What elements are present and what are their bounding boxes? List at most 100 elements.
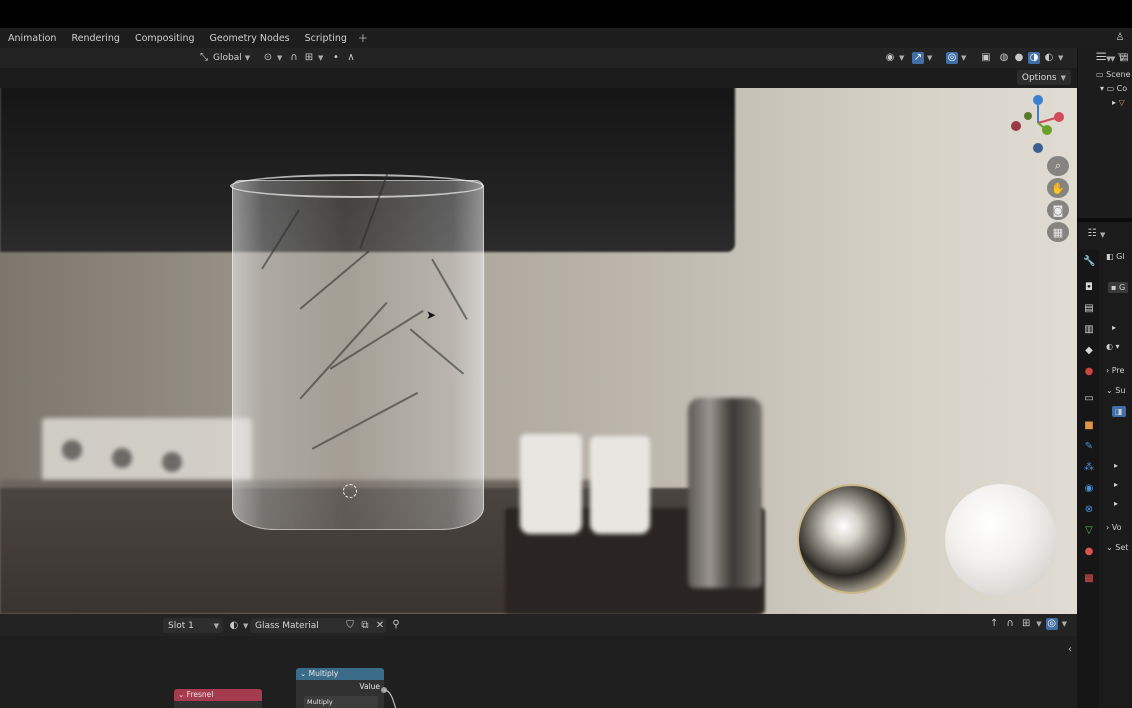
3d-viewport[interactable]: ➤ Options ▼ ⌕ ✋ ◙ ▦ <box>0 68 1077 614</box>
close-icon[interactable]: ✕ <box>374 620 386 632</box>
fresnel-node-header[interactable]: ⌄ Fresnel <box>174 689 262 701</box>
navigation-gizmo[interactable] <box>1004 92 1072 154</box>
texture-icon[interactable]: ▩ <box>1083 573 1095 585</box>
modifier-wrench-icon[interactable]: ✎ <box>1083 441 1095 453</box>
constraints-icon[interactable]: ⊗ <box>1083 504 1095 516</box>
properties-tabs <box>1077 250 1099 708</box>
display-mode-icon[interactable]: ▤ <box>1118 52 1130 64</box>
overlay-icon[interactable]: ◎ <box>1045 618 1058 630</box>
outliner-row-scene[interactable]: ▭ Scene <box>1096 70 1131 79</box>
user-icon[interactable]: ♙ <box>1114 32 1126 44</box>
snap-icon[interactable]: ∩ <box>1004 618 1016 630</box>
camera-view-icon[interactable]: ◙ <box>1047 200 1069 220</box>
view-layer-icon[interactable]: ▥ <box>1083 324 1095 336</box>
surface-shader-button[interactable]: ◨ <box>1112 406 1126 417</box>
socket-hole <box>112 448 132 468</box>
gizmo-neg-x-axis[interactable] <box>1011 121 1021 131</box>
parent-node-icon[interactable]: ↑ <box>988 618 1000 630</box>
mouse-pointer-icon: ➤ <box>426 308 437 322</box>
perspective-grid-icon[interactable]: ▦ <box>1047 222 1069 242</box>
preview-section[interactable]: › Pre <box>1106 366 1124 375</box>
node-editor[interactable]: ⌄ Fresnel ⌄ Multiply Value Multiply ‹ <box>0 636 1077 708</box>
output-icon[interactable]: ▤ <box>1083 303 1095 315</box>
data-icon[interactable]: ▽ <box>1083 525 1095 537</box>
gizmo-x-axis[interactable] <box>1054 112 1064 122</box>
socket-hole <box>62 440 82 460</box>
multiply-output-socket-row[interactable]: Value <box>296 680 384 693</box>
gizmo-toggle[interactable]: ↗ ▼ <box>912 50 932 66</box>
add-workspace-button[interactable]: + <box>354 31 372 45</box>
gizmo-neg-z-axis[interactable] <box>1033 143 1043 153</box>
diffuse-reference-ball <box>945 484 1057 596</box>
tab-animation[interactable]: Animation <box>0 33 63 44</box>
visibility-dropdown[interactable]: ◉ ▼ <box>884 50 905 66</box>
tool-icon[interactable]: 🔧 <box>1083 256 1095 268</box>
solid-shading-icon[interactable]: ● <box>1013 52 1025 64</box>
snap-toggle[interactable]: ∩ ⊞ ▼ <box>288 50 323 66</box>
shading-modes[interactable]: ◍ ● ◑ ◐ ▼ <box>998 50 1063 66</box>
material-name-short: G <box>1118 283 1126 292</box>
material-header-row[interactable]: ◧ Gl <box>1106 252 1125 261</box>
orientation-icon: ⤡ <box>200 52 208 63</box>
editor-type-icon[interactable]: ☷ <box>1094 52 1106 64</box>
rendered-shading-icon[interactable]: ◐ <box>1043 52 1055 64</box>
scene-icon[interactable]: ◆ <box>1083 345 1095 357</box>
expand-arrow-icon[interactable]: ▸ <box>1112 323 1116 332</box>
expand-arrow-icon[interactable]: ▸ <box>1114 461 1118 470</box>
expand-arrow-icon[interactable]: ▸ <box>1114 480 1118 489</box>
material-icon[interactable]: ● <box>1083 546 1095 558</box>
gizmo-z-axis[interactable] <box>1033 95 1043 105</box>
render-icon[interactable]: ◘ <box>1083 282 1095 294</box>
tab-rendering[interactable]: Rendering <box>63 33 127 44</box>
expand-arrow-icon[interactable]: ▸ <box>1114 499 1118 508</box>
object-icon[interactable]: ■ <box>1083 420 1095 432</box>
viewport-header: ⤡ Global ▼ ⊙ ▼ ∩ ⊞ ▼ • ∧ ◉ ▼ ↗ ▼ ◎ ▼ ▣ ◍… <box>0 48 1077 68</box>
material-browse-right[interactable]: ◐ ▾ <box>1106 342 1120 351</box>
outliner-row-object[interactable]: ▸ ▽ <box>1112 98 1125 107</box>
settings-section[interactable]: ⌄ Set <box>1106 543 1128 552</box>
snap-target-icon: ⊞ <box>304 52 314 63</box>
fake-user-shield-icon[interactable]: ⛉ <box>344 620 356 632</box>
material-shading-icon[interactable]: ◑ <box>1028 52 1040 64</box>
proportional-edit-toggle[interactable]: • ∧ <box>330 50 357 66</box>
volume-section[interactable]: › Vo <box>1106 523 1122 532</box>
chevron-down-icon: ▼ <box>1061 620 1067 628</box>
snap-target-icon[interactable]: ⊞ <box>1020 618 1032 630</box>
surface-section[interactable]: ⌄ Su <box>1106 386 1125 395</box>
duplicate-icon[interactable]: ⧉ <box>359 620 371 632</box>
pivot-dropdown[interactable]: ⊙ ▼ <box>262 50 283 66</box>
outliner-row-collection[interactable]: ▾ ▭ Co <box>1100 84 1127 93</box>
multiply-node[interactable]: ⌄ Multiply Value Multiply <box>296 668 384 708</box>
gizmo-y-axis[interactable] <box>1042 125 1052 135</box>
physics-icon[interactable]: ◉ <box>1083 483 1095 495</box>
chevron-left-icon[interactable]: ‹ <box>1068 644 1072 655</box>
3d-cursor[interactable] <box>343 484 357 498</box>
material-name-field-right[interactable]: ▪ G <box>1108 282 1129 293</box>
tab-compositing[interactable]: Compositing <box>127 33 202 44</box>
particles-icon[interactable]: ⁂ <box>1083 462 1095 474</box>
object-name-label: Gl <box>1116 252 1125 261</box>
wireframe-shading-icon[interactable]: ◍ <box>998 52 1010 64</box>
multiply-node-header[interactable]: ⌄ Multiply <box>296 668 384 680</box>
glass-object[interactable] <box>232 180 484 530</box>
xray-toggle[interactable]: ▣ <box>980 50 992 66</box>
pan-hand-icon[interactable]: ✋ <box>1047 178 1069 198</box>
zoom-icon[interactable]: ⌕ <box>1047 156 1069 176</box>
gizmo-neg-y-axis[interactable] <box>1024 112 1032 120</box>
tab-scripting[interactable]: Scripting <box>297 33 354 44</box>
slot-label: Slot 1 <box>168 620 194 631</box>
world-icon[interactable]: ● <box>1083 366 1095 378</box>
fresnel-node[interactable]: ⌄ Fresnel <box>174 689 262 708</box>
transform-orientation-dropdown[interactable]: ⤡ Global ▼ <box>198 50 250 66</box>
properties-editor-icon[interactable]: ☷ <box>1086 228 1098 240</box>
material-name-field[interactable]: Glass Material ⛉ ⧉ ✕ <box>250 618 386 633</box>
background-mug <box>590 436 650 534</box>
slot-dropdown[interactable]: Slot 1 ▼ <box>163 618 223 633</box>
multiply-operation-dropdown[interactable]: Multiply <box>304 696 378 708</box>
collection-icon[interactable]: ▭ <box>1083 393 1095 405</box>
overlay-toggle[interactable]: ◎ ▼ <box>946 50 966 66</box>
tab-geometry-nodes[interactable]: Geometry Nodes <box>202 33 297 44</box>
options-dropdown[interactable]: Options ▼ <box>1016 70 1071 85</box>
pin-icon[interactable]: ⚲ <box>390 619 402 631</box>
material-browse-button[interactable]: ◐ ▼ <box>228 618 249 634</box>
